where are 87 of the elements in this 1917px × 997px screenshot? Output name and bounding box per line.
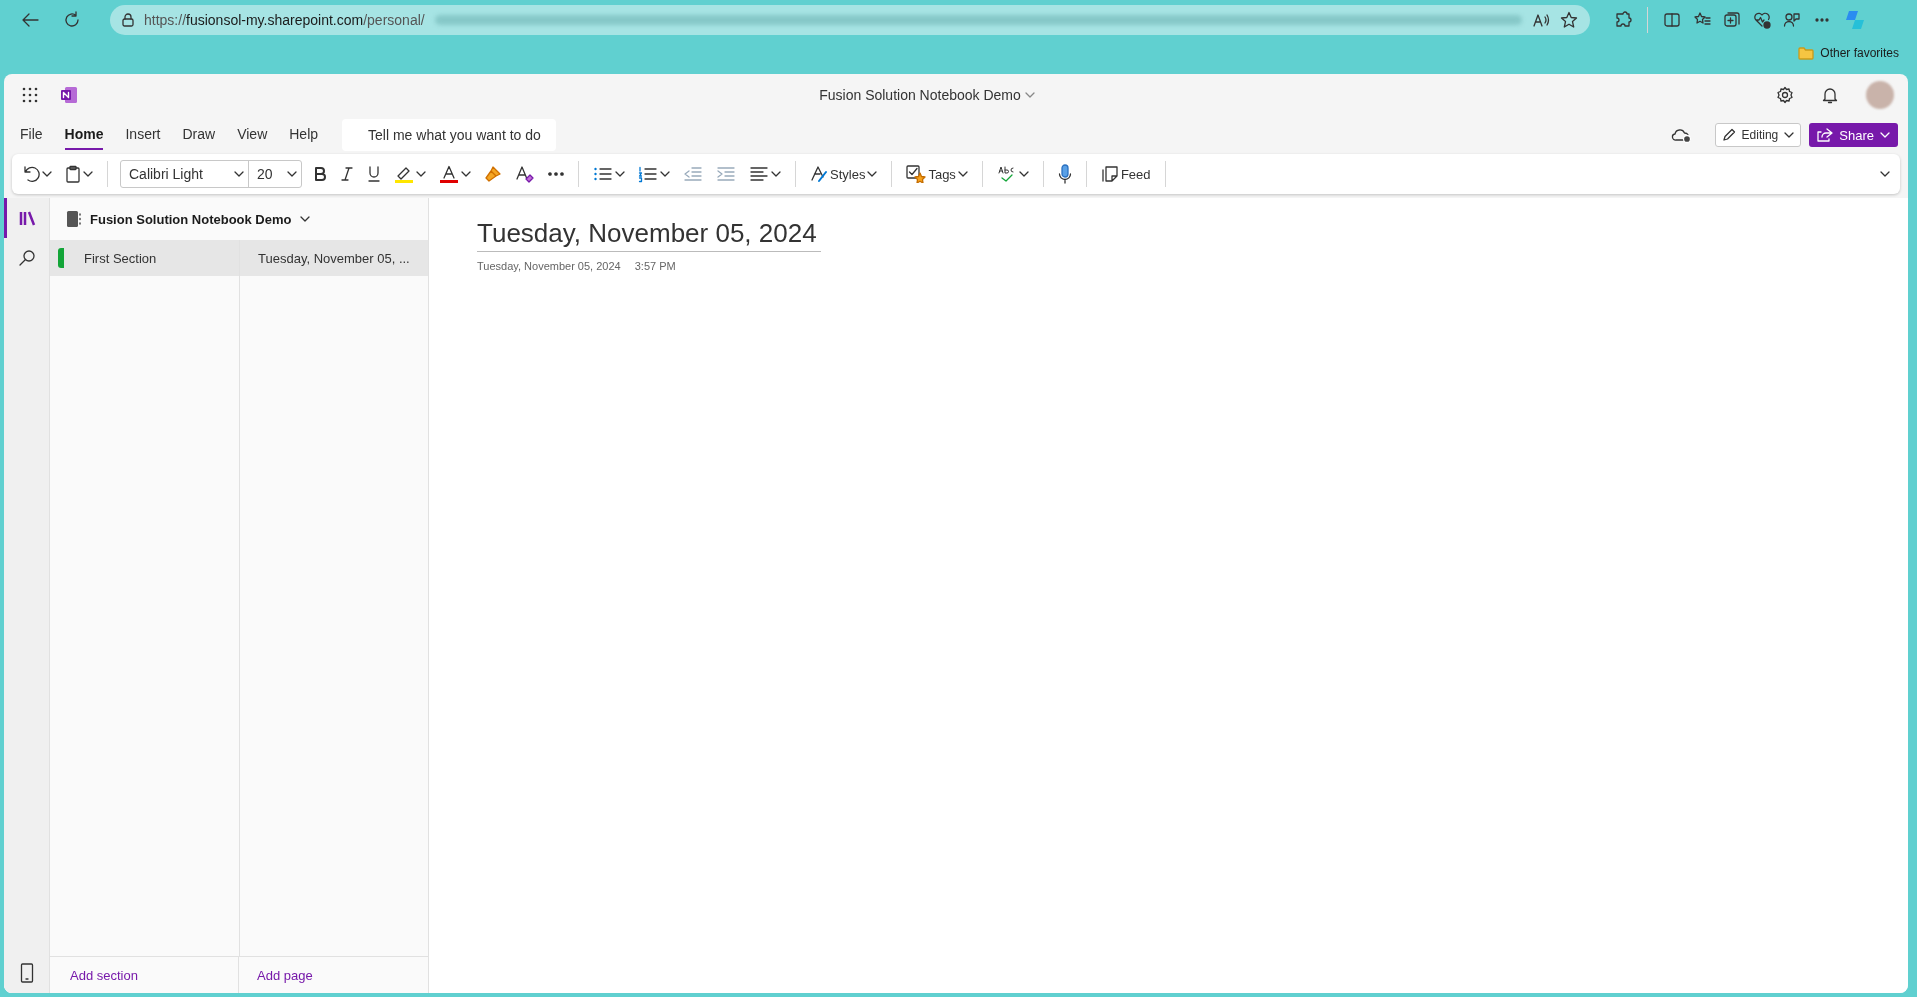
back-arrow-icon — [21, 12, 39, 28]
menu-tab[interactable]: Home — [64, 120, 104, 150]
italic-icon — [340, 166, 354, 182]
collections-icon[interactable] — [1723, 11, 1741, 29]
caret-icon — [461, 170, 471, 178]
app-launcher-icon[interactable] — [22, 87, 38, 103]
notebook-icon — [66, 210, 82, 228]
menu-tab[interactable]: Draw — [182, 120, 216, 150]
clear-format-icon — [515, 165, 535, 183]
health-heart-icon[interactable] — [1753, 11, 1771, 29]
menu-tab[interactable]: Insert — [125, 120, 161, 150]
notebook-selector[interactable]: Fusion Solution Notebook Demo — [60, 209, 316, 229]
page-item[interactable]: Tuesday, November 05, ... — [240, 240, 428, 276]
undo-icon — [22, 165, 40, 183]
pencil-icon — [1721, 128, 1736, 142]
page-time: 3:57 PM — [634, 260, 676, 272]
bold-icon — [313, 166, 327, 182]
add-page-link[interactable]: Add page — [239, 957, 313, 993]
share-button[interactable]: Share — [1809, 123, 1898, 147]
caret-icon — [234, 170, 244, 178]
bell-icon[interactable] — [1822, 86, 1838, 104]
cloud-sync-icon[interactable] — [1670, 126, 1693, 144]
outdent-icon — [683, 165, 703, 183]
url-text: https://fusionsol-my.sharepoint.com/personal/ — [144, 12, 425, 28]
menu-tab[interactable]: View — [237, 120, 268, 150]
caret-icon — [416, 170, 426, 178]
caret-icon — [1018, 170, 1029, 178]
clipboard-icon — [65, 165, 81, 183]
favorite-star-icon[interactable] — [1560, 11, 1578, 29]
microphone-icon — [1057, 164, 1072, 184]
page-title[interactable]: Tuesday, November 05, 2024 — [477, 218, 821, 252]
phone-icon — [19, 963, 34, 983]
bullet-list-icon — [593, 165, 613, 183]
lock-icon — [122, 13, 134, 27]
folder-icon — [1798, 46, 1815, 60]
highlighter-icon — [394, 165, 414, 183]
settings-icon[interactable] — [1776, 86, 1794, 104]
section-item[interactable]: First Section — [50, 240, 239, 276]
people-icon[interactable] — [1783, 11, 1801, 29]
add-section-link[interactable]: Add section — [50, 957, 239, 993]
numbered-list-icon — [638, 165, 658, 183]
split-screen-icon[interactable] — [1663, 11, 1681, 29]
align-icon — [749, 165, 769, 183]
bookmark-folder[interactable]: Other favorites — [1794, 44, 1903, 62]
more-button[interactable] — [546, 170, 566, 178]
address-bar[interactable]: https://fusionsol-my.sharepoint.com/personal/ — [110, 5, 1590, 35]
indent-icon — [716, 165, 736, 183]
caret-icon — [660, 170, 670, 178]
feed-icon — [1100, 165, 1119, 183]
caret-icon — [83, 170, 93, 178]
caret-icon — [615, 170, 625, 178]
refresh-icon — [63, 11, 81, 29]
menu-tab[interactable]: File — [20, 120, 43, 150]
extensions-icon[interactable] — [1614, 11, 1632, 29]
read-aloud-icon[interactable] — [1532, 12, 1550, 28]
editing-button[interactable]: Editing — [1714, 123, 1802, 147]
caret-icon — [1880, 131, 1890, 139]
more-icon — [548, 172, 564, 176]
library-icon — [19, 210, 37, 226]
caret-icon — [287, 170, 297, 178]
page-date: Tuesday, November 05, 2024 — [477, 260, 621, 272]
caret-icon — [299, 215, 310, 223]
caret-icon — [1784, 131, 1795, 139]
underline-icon — [367, 166, 381, 182]
notebook-logo-icon — [60, 86, 78, 104]
caret-icon — [867, 170, 878, 178]
caret-icon — [1024, 91, 1035, 99]
font-size-dropdown[interactable]: 20 — [249, 161, 301, 187]
paste-button[interactable] — [63, 163, 95, 185]
caret-icon — [957, 170, 968, 178]
notebook-title[interactable]: Fusion Solution Notebook Demo — [813, 86, 1041, 104]
feed-button[interactable]: Feed — [1098, 163, 1153, 185]
styles-button[interactable]: Styles — [808, 163, 880, 185]
font-dropdown[interactable]: Calibri Light — [121, 161, 249, 187]
caret-icon — [42, 170, 52, 178]
menu-tab[interactable]: Help — [289, 120, 319, 150]
font-color-button[interactable] — [437, 163, 473, 185]
paintbrush-icon — [484, 165, 502, 183]
caret-icon — [771, 170, 781, 178]
caret-icon — [1880, 170, 1890, 178]
tag-star-icon — [906, 165, 927, 183]
share-icon — [1817, 128, 1834, 142]
search-field[interactable]: Tell me what you want to do — [342, 119, 557, 151]
search-icon — [17, 249, 36, 267]
styles-icon — [810, 165, 828, 183]
font-color-icon — [439, 165, 459, 183]
tags-button[interactable]: Tags — [904, 163, 970, 185]
